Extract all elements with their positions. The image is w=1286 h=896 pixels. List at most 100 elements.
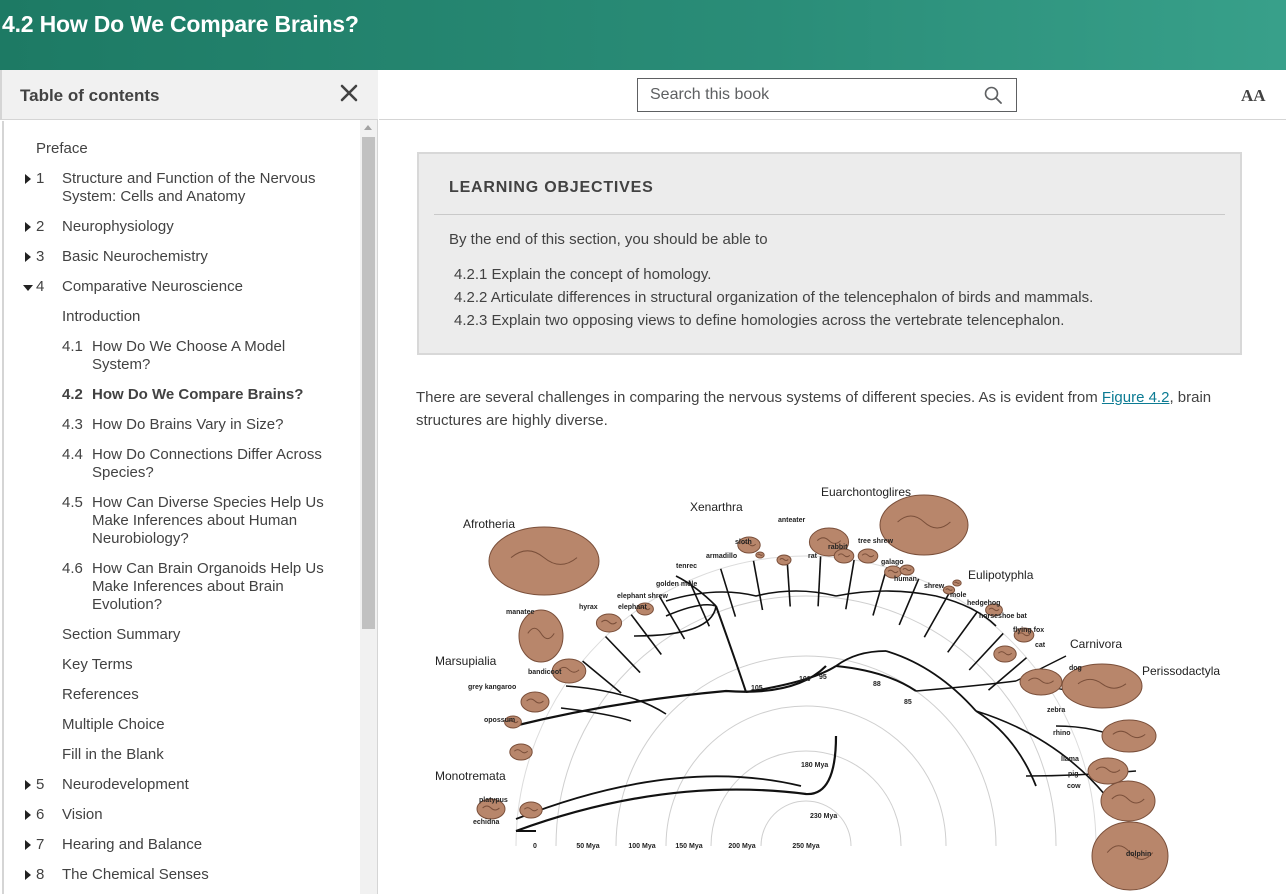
- collapse-caret-icon[interactable]: [23, 285, 33, 291]
- figure-link[interactable]: Figure 4.2: [1102, 389, 1170, 406]
- expand-caret-icon[interactable]: [25, 780, 31, 790]
- toc-list: Preface 1 Structure and Function of the Ne…: [2, 121, 360, 894]
- clade-label: Monotremata: [435, 769, 506, 783]
- clade-label: Afrotheria: [463, 517, 515, 531]
- page-title: 4.2 How Do We Compare Brains?: [2, 11, 359, 37]
- expand-caret-icon[interactable]: [25, 870, 31, 880]
- toc-item-label: System?: [92, 356, 151, 373]
- toc-item[interactable]: 8 The Chemical Senses: [4, 866, 354, 884]
- species-label: anteater: [778, 517, 806, 524]
- toc-title: Table of contents: [20, 86, 160, 105]
- scroll-up-arrow-icon[interactable]: [364, 125, 372, 130]
- species-label: tenrec: [676, 563, 697, 570]
- species-label: echidna: [473, 819, 500, 826]
- search-input[interactable]: [638, 79, 978, 111]
- species-label: armadillo: [706, 553, 737, 560]
- learning-objectives-intro: By the end of this section, you should b…: [449, 231, 768, 248]
- toc-item[interactable]: Introduction: [4, 308, 354, 326]
- tree-branch: [715, 605, 747, 693]
- toc-item[interactable]: 4.3 How Do Brains Vary in Size?: [4, 416, 354, 434]
- toc-item[interactable]: 6 Vision: [4, 806, 354, 824]
- manatee-brain: [518, 609, 564, 663]
- toc-item-number: 4.4: [62, 446, 83, 463]
- species-label: shrew: [924, 583, 945, 590]
- expand-caret-icon[interactable]: [25, 174, 31, 184]
- search-box[interactable]: [637, 78, 1017, 112]
- time-axis-label: 200 Mya: [728, 843, 755, 850]
- species-label: dog: [1069, 665, 1082, 672]
- toc-item[interactable]: Section Summary: [4, 626, 354, 644]
- toc-scrollbar[interactable]: [360, 120, 377, 894]
- species-brain: [509, 743, 533, 761]
- toc-item-label: How Do We Compare Brains?: [92, 386, 304, 403]
- clade-label: Eulipotyphla: [968, 568, 1034, 582]
- node-label: 105: [751, 685, 763, 692]
- toc-item-label: Comparative Neuroscience: [62, 278, 243, 295]
- text-size-button[interactable]: AA: [1241, 86, 1266, 106]
- divider: [434, 214, 1225, 215]
- toc-item[interactable]: 4.6 How Can Brain Organoids Help Us Make I…: [4, 560, 354, 613]
- expand-caret-icon[interactable]: [25, 810, 31, 820]
- body-text: There are several challenges in comparin…: [416, 389, 1102, 406]
- toc-item-label: Section Summary: [62, 626, 181, 643]
- toc-item-label: Introduction: [62, 308, 141, 325]
- toc-item[interactable]: 2 Neurophysiology: [4, 218, 354, 236]
- learning-objectives-title: LEARNING OBJECTIVES: [449, 179, 654, 196]
- toc-item[interactable]: 4.2 How Do We Compare Brains?: [4, 386, 354, 404]
- species-label: human: [894, 576, 917, 583]
- toc-item[interactable]: 7 Hearing and Balance: [4, 836, 354, 854]
- toc-item-number: 2: [36, 218, 45, 235]
- objective-item: 4.2.1 Explain the concept of homology.: [454, 266, 712, 283]
- toc-item[interactable]: 4.1 How Do We Choose A Model System?: [4, 338, 354, 373]
- objective-item: 4.2.2 Articulate differences in structur…: [454, 289, 1094, 306]
- search-icon[interactable]: [984, 86, 1002, 104]
- species-label: platypus: [479, 797, 508, 804]
- main-content: LEARNING OBJECTIVES By the end of this s…: [379, 121, 1286, 894]
- expand-caret-icon[interactable]: [25, 252, 31, 262]
- human-brain: [879, 494, 969, 556]
- toc-item-number: 4.2: [62, 386, 83, 403]
- dog-brain: [1019, 668, 1063, 696]
- tree-branch: [817, 556, 822, 607]
- toc-item[interactable]: References: [4, 686, 354, 704]
- time-ring: [760, 800, 852, 847]
- toolbar: AA: [379, 70, 1286, 120]
- tree-branch: [752, 560, 764, 611]
- node-label: 100: [799, 676, 811, 683]
- toc-item-label: The Chemical Senses: [62, 866, 209, 883]
- toc-item[interactable]: 4.5 How Can Diverse Species Help Us Make I…: [4, 494, 354, 547]
- toc-item[interactable]: 4.4 How Do Connections Differ Across Speci…: [4, 446, 354, 481]
- species-label: mole: [950, 592, 966, 599]
- expand-caret-icon[interactable]: [25, 840, 31, 850]
- toc-item[interactable]: Multiple Choice: [4, 716, 354, 734]
- toc-item[interactable]: 4 Comparative Neuroscience: [4, 278, 354, 296]
- toc-item-label: Fill in the Blank: [62, 746, 164, 763]
- scrollbar-thumb[interactable]: [362, 137, 375, 629]
- expand-caret-icon[interactable]: [25, 222, 31, 232]
- toc-item-label: Preface: [36, 140, 88, 157]
- toc-item[interactable]: 1 Structure and Function of the Nervous Sy…: [4, 170, 354, 205]
- toc-item[interactable]: Fill in the Blank: [4, 746, 354, 764]
- node-label: 230 Mya: [810, 813, 837, 820]
- clade-label: Marsupialia: [435, 654, 497, 668]
- toc-item-label: Multiple Choice: [62, 716, 165, 733]
- toc-item[interactable]: Preface: [4, 140, 354, 158]
- time-axis-label: 0: [533, 843, 537, 850]
- close-icon[interactable]: [338, 82, 360, 104]
- clade-label: Euarchontoglires: [821, 486, 911, 499]
- objective-item: 4.2.3 Explain two opposing views to defi…: [454, 312, 1065, 329]
- toc-item[interactable]: 5 Neurodevelopment: [4, 776, 354, 794]
- species-label: grey kangaroo: [468, 684, 516, 691]
- toc-item-label: Hearing and Balance: [62, 836, 203, 853]
- species-label: flying fox: [1013, 627, 1044, 634]
- table-of-contents-panel: Table of contents Preface 1 Structure and …: [0, 70, 378, 894]
- toc-item[interactable]: Key Terms: [4, 656, 354, 674]
- time-axis-label: 100 Mya: [628, 843, 655, 850]
- toc-item[interactable]: 3 Basic Neurochemistry: [4, 248, 354, 266]
- species-label: elephant shrew: [617, 593, 669, 600]
- toc-item-label: Evolution?: [92, 596, 163, 613]
- toc-item-label: How Do We Choose A Model: [92, 338, 286, 355]
- toc-item-number: 1: [36, 170, 45, 187]
- page-header: 4.2 How Do We Compare Brains?: [0, 0, 1286, 70]
- tree-branch: [658, 595, 686, 640]
